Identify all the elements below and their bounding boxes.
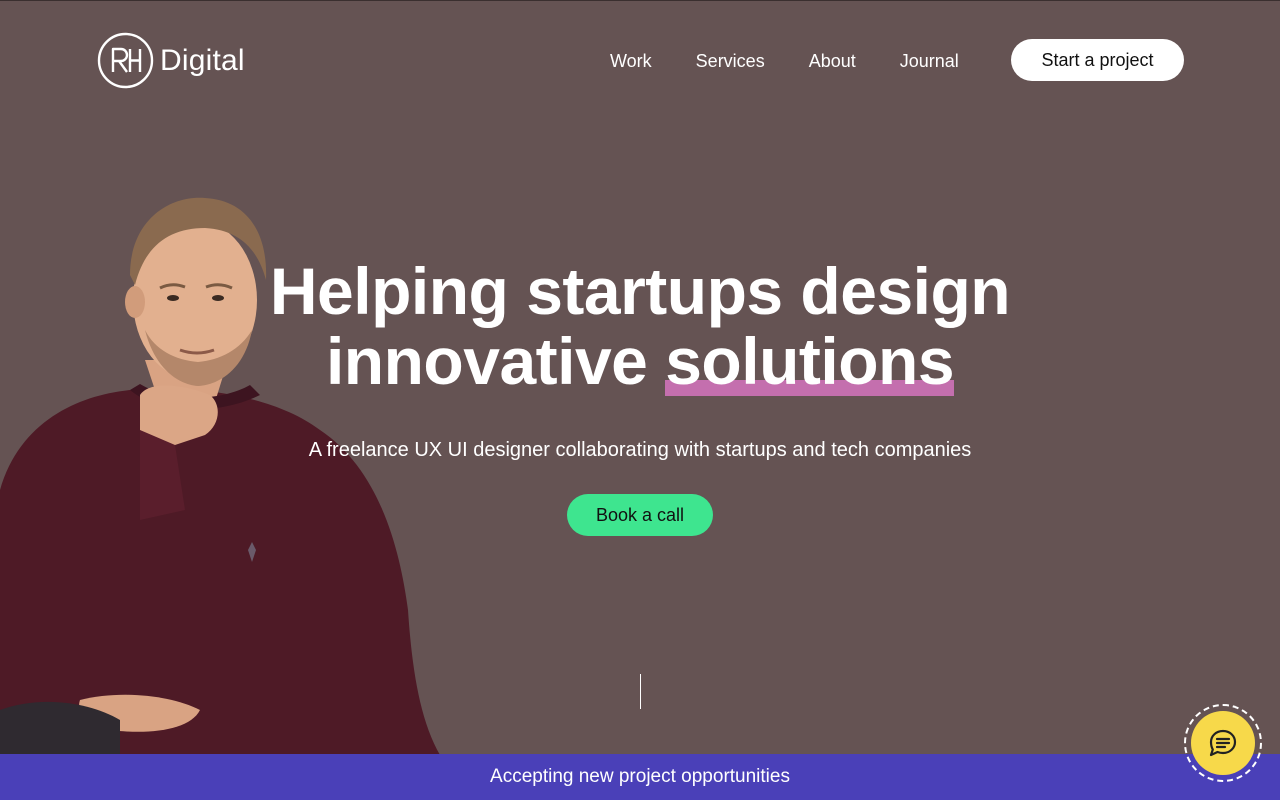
banner-text: Accepting new project opportunities	[490, 766, 790, 787]
logo[interactable]: Digital	[97, 32, 245, 89]
chat-widget-inner	[1191, 711, 1255, 775]
chat-bubble-icon	[1209, 729, 1237, 757]
main-nav: Work Services About Journal	[610, 49, 959, 73]
hero-title: Helping startups design innovative solut…	[0, 256, 1280, 396]
nav-work[interactable]: Work	[610, 49, 652, 73]
logo-mark-icon	[97, 32, 154, 89]
chat-widget-button[interactable]	[1184, 704, 1262, 782]
scroll-indicator	[640, 674, 641, 709]
start-project-button[interactable]: Start a project	[1011, 39, 1184, 81]
nav-about[interactable]: About	[809, 49, 856, 73]
nav-services[interactable]: Services	[696, 49, 765, 73]
hero-title-line1: Helping startups design	[269, 254, 1011, 328]
book-call-button[interactable]: Book a call	[567, 494, 713, 536]
announcement-banner[interactable]: Accepting new project opportunities	[0, 754, 1280, 800]
logo-text: Digital	[160, 43, 245, 77]
hero-subtitle: A freelance UX UI designer collaborating…	[308, 439, 972, 461]
hero-title-line2: innovative solutions	[0, 326, 1280, 396]
top-border	[0, 0, 1280, 1]
nav-journal[interactable]: Journal	[900, 49, 959, 73]
hero-title-line2-text: innovative	[325, 324, 666, 398]
hero-title-highlight: solutions	[665, 324, 955, 398]
